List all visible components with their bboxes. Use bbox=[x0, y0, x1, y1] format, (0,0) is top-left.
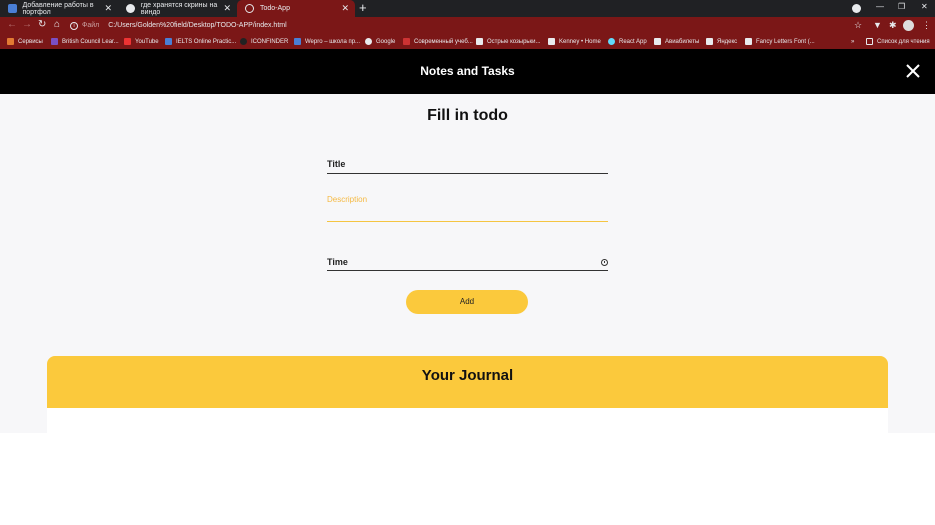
description-underline bbox=[327, 220, 608, 222]
protocol-label: Файл bbox=[82, 22, 100, 29]
browser-tab-bar: Добавление работы в портфол ✕ где хранят… bbox=[0, 0, 935, 17]
bookmarks-bar: Сервисы British Council Lear... YouTube … bbox=[0, 34, 935, 49]
app-header: Notes and Tasks bbox=[0, 49, 935, 94]
close-icon[interactable] bbox=[903, 61, 923, 81]
wix-favicon-icon bbox=[8, 4, 17, 13]
url-text[interactable]: C:/Users/Golden%20field/Desktop/TODO-APP… bbox=[108, 22, 286, 29]
bookmark-item[interactable]: Google bbox=[365, 34, 395, 49]
bookmark-favicon-icon bbox=[548, 38, 555, 45]
app-title: Notes and Tasks bbox=[420, 64, 515, 78]
bookmark-label: React App bbox=[619, 38, 647, 45]
bookmark-favicon-icon bbox=[51, 38, 58, 45]
bookmark-item[interactable]: Сервисы bbox=[7, 34, 43, 49]
bookmark-item[interactable]: Fancy Letters Font (... bbox=[745, 34, 815, 49]
bookmark-label: Авиабилеты bbox=[665, 38, 700, 45]
bookmark-label: Сервисы bbox=[18, 38, 43, 45]
bookmark-favicon-icon bbox=[240, 38, 247, 45]
title-field[interactable]: Title bbox=[327, 159, 608, 174]
title-label: Title bbox=[327, 159, 346, 169]
bookmark-item[interactable]: Яндекс bbox=[706, 34, 737, 49]
bookmark-label: Google bbox=[376, 38, 396, 45]
plane-icon bbox=[654, 38, 661, 45]
browser-toolbar: ← → ↻ ⌂ i Файл C:/Users/Golden%20field/D… bbox=[0, 17, 935, 34]
form-heading: Fill in todo bbox=[427, 107, 508, 124]
journal-list bbox=[47, 408, 888, 433]
reload-icon[interactable]: ↻ bbox=[38, 19, 46, 31]
maximize-icon[interactable]: ❐ bbox=[898, 2, 905, 12]
menu-icon[interactable]: ⋮ bbox=[922, 19, 931, 31]
tab-close-icon[interactable]: ✕ bbox=[223, 3, 231, 14]
add-button[interactable]: Add bbox=[406, 290, 528, 314]
bookmark-favicon-icon bbox=[745, 38, 752, 45]
time-field[interactable]: Time bbox=[327, 257, 608, 271]
time-label: Time bbox=[327, 257, 348, 267]
extension-icon[interactable]: ▼ bbox=[873, 19, 882, 31]
tab-close-icon[interactable]: ✕ bbox=[341, 3, 349, 14]
tab-label: Todo-App bbox=[260, 5, 290, 12]
back-icon[interactable]: ← bbox=[7, 19, 17, 31]
browser-tab[interactable]: где хранятся скрины на виндо ✕ bbox=[118, 0, 237, 17]
home-icon[interactable]: ⌂ bbox=[54, 19, 60, 31]
profile-icon[interactable] bbox=[852, 4, 861, 13]
journal-title: Your Journal bbox=[421, 367, 514, 384]
bookmark-label: Яндекс bbox=[717, 38, 738, 45]
google-icon bbox=[365, 38, 372, 45]
bookmark-label: YouTube bbox=[135, 38, 159, 45]
bookmark-favicon-icon bbox=[706, 38, 713, 45]
browser-tab-active[interactable]: Todo-App ✕ bbox=[237, 0, 355, 17]
bookmark-label: Fancy Letters Font (... bbox=[756, 38, 815, 45]
avatar[interactable] bbox=[903, 20, 914, 31]
puzzle-icon[interactable]: ✱ bbox=[889, 19, 897, 31]
bookmark-favicon-icon bbox=[403, 38, 410, 45]
bookmark-item[interactable]: Авиабилеты bbox=[654, 34, 699, 49]
bookmark-label: British Council Lear... bbox=[62, 38, 119, 45]
reading-list-button[interactable]: Список для чтения bbox=[866, 34, 930, 49]
bookmark-item[interactable]: Kenney • Home bbox=[548, 34, 601, 49]
forward-icon[interactable]: → bbox=[22, 19, 32, 31]
tab-close-icon[interactable]: ✕ bbox=[104, 3, 112, 14]
bookmark-label: ICONFINDER bbox=[251, 38, 289, 45]
minimize-icon[interactable]: — bbox=[876, 2, 884, 12]
react-icon bbox=[608, 38, 615, 45]
bookmark-label: IELTS Online Practic... bbox=[176, 38, 237, 45]
globe-favicon-icon bbox=[245, 4, 254, 13]
bookmark-label: Современный учеб... bbox=[414, 38, 473, 45]
bookmark-favicon-icon bbox=[476, 38, 483, 45]
page: Notes and Tasks Fill in todo Title Descr… bbox=[0, 49, 935, 525]
bookmark-item[interactable]: British Council Lear... bbox=[51, 34, 119, 49]
description-label: Description bbox=[327, 195, 368, 204]
bookmark-item[interactable]: Wepro – школа пр... bbox=[294, 34, 360, 49]
apps-icon bbox=[7, 38, 14, 45]
browser-tab[interactable]: Добавление работы в портфол ✕ bbox=[0, 0, 118, 17]
bookmark-item[interactable]: Острые козырьки... bbox=[476, 34, 541, 49]
google-favicon-icon bbox=[126, 4, 135, 13]
address-bar[interactable]: i Файл C:/Users/Golden%20field/Desktop/T… bbox=[70, 18, 865, 33]
bookmarks-more-label: » bbox=[851, 38, 855, 45]
bookmarks-more-button[interactable]: » bbox=[851, 34, 854, 49]
bookmark-label: Wepro – школа пр... bbox=[305, 38, 361, 45]
clock-icon[interactable] bbox=[601, 259, 608, 266]
title-underline bbox=[327, 173, 608, 174]
description-field[interactable]: Description bbox=[327, 195, 608, 222]
youtube-icon bbox=[124, 38, 131, 45]
bookmark-favicon-icon bbox=[294, 38, 301, 45]
bookmark-item[interactable]: IELTS Online Practic... bbox=[165, 34, 236, 49]
bookmark-label: Kenney • Home bbox=[559, 38, 601, 45]
bookmark-favicon-icon bbox=[165, 38, 172, 45]
journal-header: Your Journal bbox=[47, 356, 888, 408]
bookmark-item[interactable]: YouTube bbox=[124, 34, 159, 49]
new-tab-button[interactable]: + bbox=[359, 1, 367, 15]
bookmark-item[interactable]: React App bbox=[608, 34, 647, 49]
bookmark-label: Острые козырьки... bbox=[487, 38, 541, 45]
window-close-icon[interactable]: ✕ bbox=[921, 2, 928, 12]
info-icon[interactable]: i bbox=[70, 21, 78, 30]
bookmark-item[interactable]: Современный учеб... bbox=[403, 34, 473, 49]
bookmark-item[interactable]: ICONFINDER bbox=[240, 34, 288, 49]
star-icon[interactable]: ☆ bbox=[854, 19, 862, 31]
reading-list-label: Список для чтения bbox=[877, 38, 930, 45]
reading-list-icon bbox=[866, 38, 873, 45]
time-underline bbox=[327, 270, 608, 271]
